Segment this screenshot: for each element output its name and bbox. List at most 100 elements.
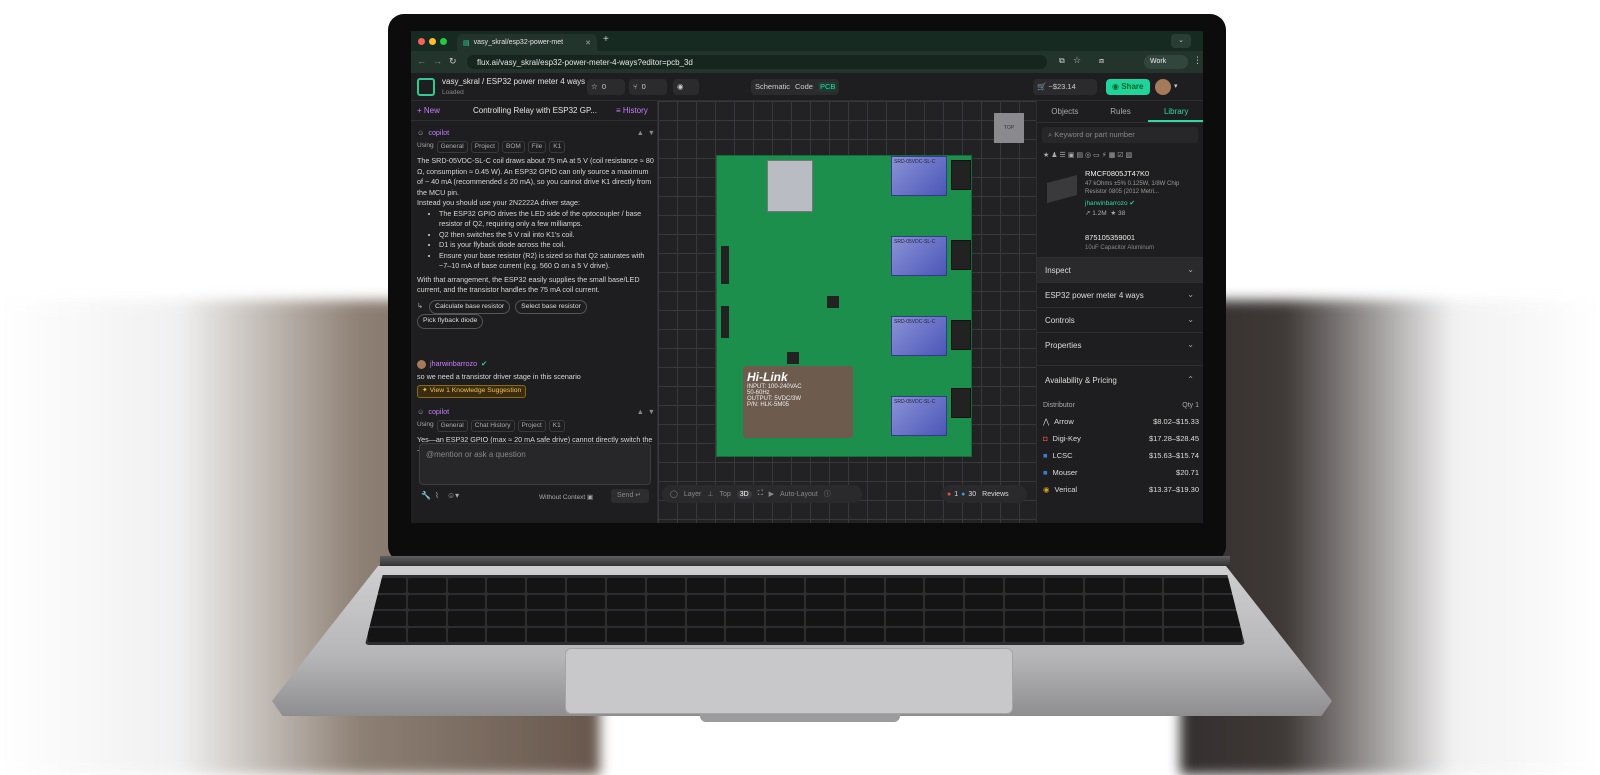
controls-section[interactable]: Controls ⌄ [1037,307,1203,332]
tag[interactable]: General [436,140,468,153]
avatar[interactable] [1155,79,1171,95]
send-button[interactable]: Send ↵ [611,489,649,503]
extensions-icon[interactable]: ⧈ [1099,56,1104,66]
new-tab-icon[interactable]: + [603,34,609,45]
fullscreen-icon[interactable]: ⛶ [758,490,763,498]
new-chat-button[interactable]: + New [417,106,440,115]
distributor-row[interactable]: ◘ Digi-Key $17.28–$28.45 [1043,430,1199,446]
profile-button[interactable]: Work [1144,55,1188,69]
tab-rules[interactable]: Rules [1093,101,1149,122]
tab-pcb[interactable]: PCB [817,82,838,92]
install-app-icon[interactable]: ⧉ [1059,56,1065,66]
project-section[interactable]: ESP32 power meter 4 ways ⌄ [1037,282,1203,307]
info-icon[interactable]: ⓘ [824,489,831,499]
reload-icon[interactable]: ↻ [449,56,457,67]
tag[interactable]: K1 [549,140,566,153]
keyboard-key [726,594,765,609]
reviews-button[interactable]: ● 1 ● 30 Reviews [941,485,1027,503]
top-layer-button[interactable]: Top [719,491,730,498]
cart-button[interactable]: 🛒 ~$23.14 [1033,79,1097,95]
screw-terminal[interactable] [951,388,971,418]
tag[interactable]: Chat History [470,419,515,432]
screw-terminal[interactable] [951,240,971,270]
keyboard-key [1164,627,1203,642]
tab-objects[interactable]: Objects [1037,101,1093,122]
fork-button[interactable]: ⑂ 0 [629,79,667,95]
suggestion-chip[interactable]: Select base resistor [515,299,587,314]
close-tab-icon[interactable]: ✕ [585,39,591,47]
browser-menu-icon[interactable]: ⋮ [1193,55,1202,66]
message-bullet: D1 is your flyback diode across the coil… [439,240,655,251]
esp32-module[interactable] [767,160,813,212]
library-part-card[interactable]: RMCF0805JT47K0 47 kOhms ±5% 0.125W, 1/8W… [1043,167,1199,223]
tag[interactable]: Project [517,419,546,432]
pin-header[interactable] [721,306,729,338]
flux-logo-icon[interactable] [417,78,435,96]
bookmark-star-icon[interactable]: ☆ [1073,55,1081,66]
message-bullet: Q2 then switches the 5 V rail into K1's … [439,230,655,241]
relay[interactable]: SRD-05VDC-SL-C [891,396,947,436]
thumbs-up-icon[interactable]: ▲ [637,407,644,418]
inspect-section[interactable]: Inspect ⌄ [1037,257,1203,282]
ic-chip[interactable] [787,352,799,364]
cart-icon: 🛒 [1037,82,1047,91]
attach-icon[interactable]: ⌇ [435,491,439,500]
tab-library[interactable]: Library [1148,101,1203,122]
share-button[interactable]: ◉ Share [1106,79,1150,95]
context-toggle[interactable]: Without Context ▣ [539,493,593,501]
back-icon[interactable]: ← [417,56,426,66]
tag[interactable]: K1 [548,419,565,432]
chat-input[interactable]: @mention or ask a question [419,443,651,485]
view-cube[interactable]: TOP [994,113,1024,143]
relay[interactable]: SRD-05VDC-SL-C [891,156,947,196]
tag[interactable]: File [527,140,547,153]
tab-list-icon[interactable]: ⌄ [1171,34,1191,48]
account-chevron-icon[interactable]: ▾ [1174,82,1178,90]
distributor-row[interactable]: ⋀ Arrow $8.02–$15.33 [1043,413,1199,429]
location-button[interactable]: ◉ [673,79,699,95]
pcb-board[interactable]: SRD-05VDC-SL-C SRD-05VDC-SL-C SRD-05VDC-… [716,155,972,457]
tools-icon[interactable]: 🔧 [421,491,431,500]
pcb-3d-canvas[interactable]: TOP SRD-05VDC-SL-C SRD-05VDC-SL-C SRD-05… [658,101,1036,523]
distributor-row[interactable]: ◉ Verical $13.37–$19.30 [1043,481,1199,497]
library-search-input[interactable]: ⌕ Keyword or part number [1042,127,1198,143]
tag[interactable]: Project [470,140,499,153]
library-part-card[interactable]: 875105359001 10uF Capacitor Aluminum [1043,225,1199,255]
distributor-row[interactable]: ■ Mouser $20.71 [1043,464,1199,480]
minimize-window-icon[interactable] [429,38,436,45]
tab-schematic[interactable]: Schematic [755,82,790,92]
history-button[interactable]: ≡ History [616,106,648,115]
project-path[interactable]: vasy_skral / ESP32 power meter 4 ways [442,77,585,86]
distributor-row[interactable]: ■ LCSC $15.63–$15.74 [1043,447,1199,463]
keyboard-key [766,578,804,593]
relay[interactable]: SRD-05VDC-SL-C [891,316,947,356]
layer-button[interactable]: Layer [684,491,702,498]
star-button[interactable]: ☆ 0 [587,79,625,95]
properties-section[interactable]: Properties ⌄ [1037,332,1203,357]
power-supply-module[interactable]: Hi-Link INPUT: 100-240VAC 50-60Hz OUTPUT… [743,366,853,438]
thumbs-up-icon[interactable]: ▲ [637,128,644,139]
auto-layout-button[interactable]: Auto-Layout [780,491,818,498]
library-filter-icons[interactable]: ★♟☰▣▤◎▭⚡▦☑▧ [1043,151,1134,159]
relay[interactable]: SRD-05VDC-SL-C [891,236,947,276]
suggestion-chip[interactable]: Calculate base resistor [429,299,511,314]
pin-header[interactable] [721,246,729,284]
tab-code[interactable]: Code [795,82,813,92]
thumbs-down-icon[interactable]: ▼ [648,407,655,418]
agent-icon[interactable]: ☺▾ [447,491,459,500]
forward-icon[interactable]: → [433,56,442,66]
url-field[interactable]: flux.ai/vasy_skral/esp32-power-meter-4-w… [467,55,1047,69]
maximize-window-icon[interactable] [440,38,447,45]
knowledge-suggestion-button[interactable]: ✦ View 1 Knowledge Suggestion [417,385,527,398]
screw-terminal[interactable] [951,160,971,190]
pricing-section[interactable]: Availability & Pricing ⌃ [1037,365,1203,395]
tag[interactable]: BOM [501,140,525,153]
tag[interactable]: General [436,419,468,432]
thumbs-down-icon[interactable]: ▼ [648,128,655,139]
suggestion-chip[interactable]: Pick flyback diode [417,314,484,329]
screw-terminal[interactable] [951,320,971,350]
browser-tab[interactable]: ▤ vasy_skral/esp32-power-met ✕ [457,34,597,51]
3d-toggle[interactable]: 3D [736,489,752,499]
ic-chip[interactable] [827,296,839,308]
close-window-icon[interactable] [418,38,425,45]
